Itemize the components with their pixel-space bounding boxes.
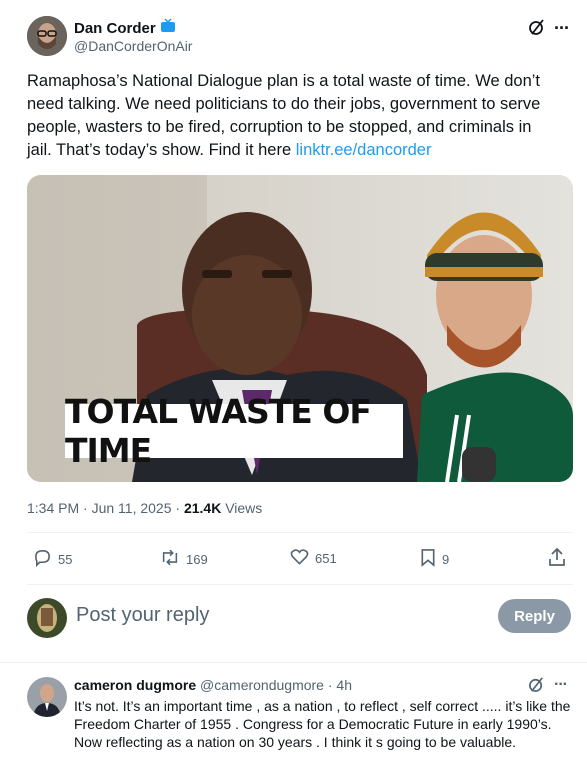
- commenter-handle[interactable]: @camerondugmore: [200, 677, 324, 693]
- share-icon[interactable]: [548, 547, 566, 572]
- commenter-name[interactable]: cameron dugmore: [74, 677, 196, 693]
- views-count: 21.4K: [183, 500, 222, 516]
- reply-icon: [33, 548, 52, 570]
- comment-grok-icon[interactable]: [528, 676, 545, 698]
- like-icon: [290, 548, 309, 569]
- bookmark-count: 9: [442, 551, 450, 567]
- views-label: Views: [225, 500, 263, 516]
- reply-count: 55: [58, 551, 73, 567]
- post-body: Ramaphosa’s National Dialogue plan is a …: [27, 72, 541, 159]
- repost-count: 169: [186, 551, 208, 567]
- like-button[interactable]: 651: [290, 548, 337, 569]
- divider: [27, 584, 573, 585]
- commenter-avatar[interactable]: [27, 677, 67, 717]
- bookmark-icon: [420, 548, 436, 570]
- author-name[interactable]: Dan Corder: [74, 20, 156, 37]
- grok-icon[interactable]: [528, 18, 546, 41]
- post-time[interactable]: 1:34 PM · Jun 11, 2025 ·: [27, 500, 184, 516]
- post-media[interactable]: TOTAL WASTE OF TIME: [27, 175, 573, 482]
- author-avatar[interactable]: [27, 16, 67, 56]
- post-text: Ramaphosa’s National Dialogue plan is a …: [27, 70, 559, 162]
- repost-button[interactable]: 169: [160, 548, 208, 570]
- media-banner: TOTAL WASTE OF TIME: [65, 392, 403, 470]
- tv-badge-icon: [160, 18, 176, 39]
- comment-age[interactable]: · 4h: [328, 677, 352, 693]
- viewer-avatar: [27, 598, 67, 638]
- reply-input[interactable]: Post your reply: [76, 604, 209, 627]
- divider: [27, 532, 573, 533]
- reply-button[interactable]: 55: [33, 548, 72, 570]
- bookmark-button[interactable]: 9: [420, 548, 449, 570]
- post-link[interactable]: linktr.ee/dancorder: [296, 141, 432, 159]
- more-icon[interactable]: ···: [554, 18, 570, 39]
- post-meta: 1:34 PM · Jun 11, 2025 · 21.4K Views: [27, 500, 262, 516]
- reply-submit-button[interactable]: Reply: [498, 599, 571, 633]
- comment-more-icon[interactable]: ···: [554, 676, 568, 694]
- author-handle[interactable]: @DanCorderOnAir: [74, 38, 192, 54]
- comment-text: It’s not. It’s an important time , as a …: [74, 698, 571, 750]
- divider: [0, 662, 587, 663]
- repost-icon: [160, 548, 180, 570]
- like-count: 651: [315, 551, 337, 566]
